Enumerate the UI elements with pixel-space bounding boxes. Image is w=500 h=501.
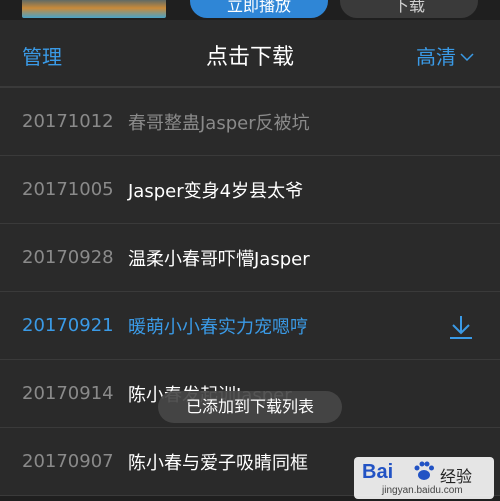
episode-date: 20171005 <box>22 179 114 200</box>
episode-title: 暖萌小小春实力宠嗯哼 <box>128 316 308 338</box>
play-now-button[interactable]: 立即播放 <box>190 0 328 18</box>
download-panel-header: 管理 点击下载 高清 <box>0 20 500 88</box>
episode-date: 20170921 <box>22 315 114 336</box>
video-thumbnail[interactable] <box>22 0 166 18</box>
episode-date: 20170914 <box>22 383 114 404</box>
paw-icon <box>414 461 434 480</box>
episode-title: 温柔小春哥吓懵Jasper <box>128 248 310 270</box>
episode-row[interactable]: 20170928 温柔小春哥吓懵Jasper <box>0 224 500 292</box>
download-icon[interactable] <box>448 314 474 340</box>
episode-title: 陈小春与爱子吸睛同框 <box>128 452 308 474</box>
episode-row[interactable]: 20170921 暖萌小小春实力宠嗯哼 <box>0 292 500 360</box>
quality-selector[interactable]: 高清 <box>416 41 474 70</box>
watermark-brand: 经验 <box>440 467 473 486</box>
episode-date: 20171012 <box>22 111 114 132</box>
top-strip: 立即播放 下载 <box>0 0 500 20</box>
episode-title: 春哥整蛊Jasper反被坑 <box>128 112 310 134</box>
baidu-logo: Bai <box>362 461 394 483</box>
episode-date: 20170907 <box>22 451 114 472</box>
episode-row[interactable]: 20171012 春哥整蛊Jasper反被坑 <box>0 88 500 156</box>
baidu-jingyan-watermark: Bai 经验 jingyan.baidu.com <box>354 457 494 499</box>
chevron-down-icon <box>460 52 474 61</box>
quality-label: 高清 <box>416 45 456 69</box>
episode-date: 20170928 <box>22 247 114 268</box>
toast-message: 已添加到下载列表 <box>158 391 342 423</box>
episode-title: Jasper变身4岁县太爷 <box>128 180 304 202</box>
watermark-url: jingyan.baidu.com <box>382 485 463 496</box>
episode-row[interactable]: 20171005 Jasper变身4岁县太爷 <box>0 156 500 224</box>
download-button[interactable]: 下载 <box>340 0 478 18</box>
episode-list: 20171012 春哥整蛊Jasper反被坑 20171005 Jasper变身… <box>0 88 500 496</box>
